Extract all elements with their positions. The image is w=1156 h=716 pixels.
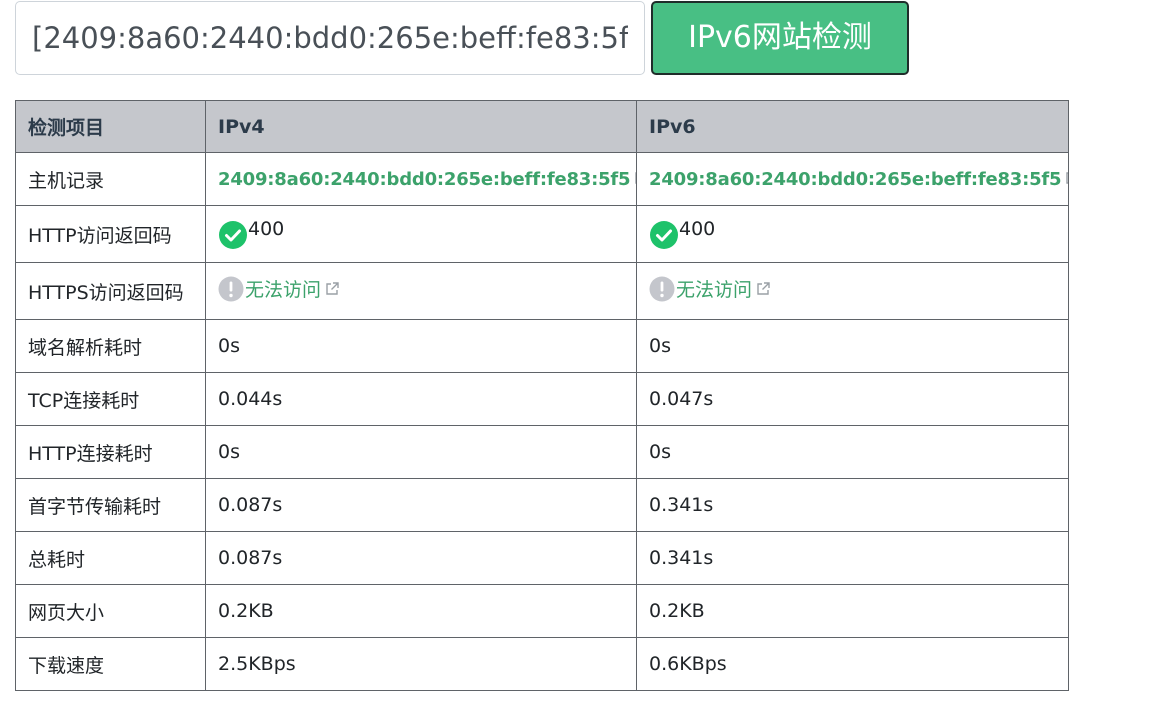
ipv6-check-button[interactable]: IPv6网站检测: [651, 1, 909, 75]
ipv6-value: 0s: [636, 319, 1069, 373]
ipv6-value: 0.047s: [636, 372, 1069, 426]
header-item: 检测项目: [15, 100, 206, 153]
ipv4-value: 0s: [205, 425, 637, 479]
check-circle-icon: [219, 221, 247, 250]
ipv4-http-code-cell: 400: [205, 205, 637, 263]
row-label: 主机记录: [15, 152, 206, 206]
ipv6-value: 0.341s: [636, 478, 1069, 532]
row-label: 网页大小: [15, 584, 206, 638]
table-row-page-size: 网页大小 0.2KB 0.2KB: [15, 584, 1069, 638]
table-row-host: 主机记录 2409:8a60:2440:bdd0:265e:beff:fe83:…: [15, 152, 1069, 206]
external-link-icon[interactable]: [324, 281, 340, 297]
ipv6-https-code-cell: 无法访问: [636, 262, 1069, 320]
row-label: HTTPS访问返回码: [15, 262, 206, 320]
ipv4-value: 2.5KBps: [205, 637, 637, 691]
check-circle-icon: [650, 221, 678, 250]
ipv6-host-cell: 2409:8a60:2440:bdd0:265e:beff:fe83:5f5: [636, 152, 1069, 206]
results-table: 检测项目 IPv4 IPv6 主机记录 2409:8a60:2440:bdd0:…: [15, 100, 1069, 691]
row-label: 首字节传输耗时: [15, 478, 206, 532]
row-label: 总耗时: [15, 531, 206, 585]
row-label: 域名解析耗时: [15, 319, 206, 373]
row-label: 下载速度: [15, 637, 206, 691]
exclamation-circle-icon: [218, 276, 244, 302]
ipv4-value: 0.087s: [205, 478, 637, 532]
ipv4-host-cell: 2409:8a60:2440:bdd0:265e:beff:fe83:5f5: [205, 152, 637, 206]
ipv4-value: 0.087s: [205, 531, 637, 585]
ipv6-https-link[interactable]: 无法访问: [676, 275, 752, 302]
ipv4-value: 0s: [205, 319, 637, 373]
header-ipv6: IPv6: [636, 100, 1069, 153]
table-header-row: 检测项目 IPv4 IPv6: [15, 100, 1069, 153]
ipv4-https-link[interactable]: 无法访问: [245, 275, 321, 302]
external-link-icon[interactable]: [1064, 170, 1068, 186]
ipv4-host-link[interactable]: 2409:8a60:2440:bdd0:265e:beff:fe83:5f5: [218, 169, 631, 190]
ipv6-value: 0.2KB: [636, 584, 1069, 638]
ipv6-http-code-cell: 400: [636, 205, 1069, 263]
row-label: TCP连接耗时: [15, 372, 206, 426]
ipv6-value: 0.341s: [636, 531, 1069, 585]
exclamation-circle-icon: [649, 276, 675, 302]
ipv6-value: 0.6KBps: [636, 637, 1069, 691]
table-row-ttfb-time: 首字节传输耗时 0.087s 0.341s: [15, 478, 1069, 532]
table-row-total-time: 总耗时 0.087s 0.341s: [15, 531, 1069, 585]
header-ipv4: IPv4: [205, 100, 637, 153]
ipv4-value: 0.044s: [205, 372, 637, 426]
ipv6-value: 0s: [636, 425, 1069, 479]
table-row-http-time: HTTP连接耗时 0s 0s: [15, 425, 1069, 479]
table-row-https-code: HTTPS访问返回码 无法访问 无法访问: [15, 262, 1069, 320]
table-row-http-code: HTTP访问返回码 400 400: [15, 205, 1069, 263]
ipv6-host-link[interactable]: 2409:8a60:2440:bdd0:265e:beff:fe83:5f5: [649, 169, 1062, 190]
external-link-icon[interactable]: [755, 281, 771, 297]
row-label: HTTP访问返回码: [15, 205, 206, 263]
table-row-tcp-time: TCP连接耗时 0.044s 0.047s: [15, 372, 1069, 426]
search-input[interactable]: [15, 1, 645, 75]
ipv6-http-status: 400: [679, 217, 716, 240]
table-row-download-speed: 下载速度 2.5KBps 0.6KBps: [15, 637, 1069, 691]
ipv4-http-status: 400: [248, 217, 285, 240]
ipv4-https-code-cell: 无法访问: [205, 262, 637, 320]
ipv4-value: 0.2KB: [205, 584, 637, 638]
table-row-dns-time: 域名解析耗时 0s 0s: [15, 319, 1069, 373]
row-label: HTTP连接耗时: [15, 425, 206, 479]
